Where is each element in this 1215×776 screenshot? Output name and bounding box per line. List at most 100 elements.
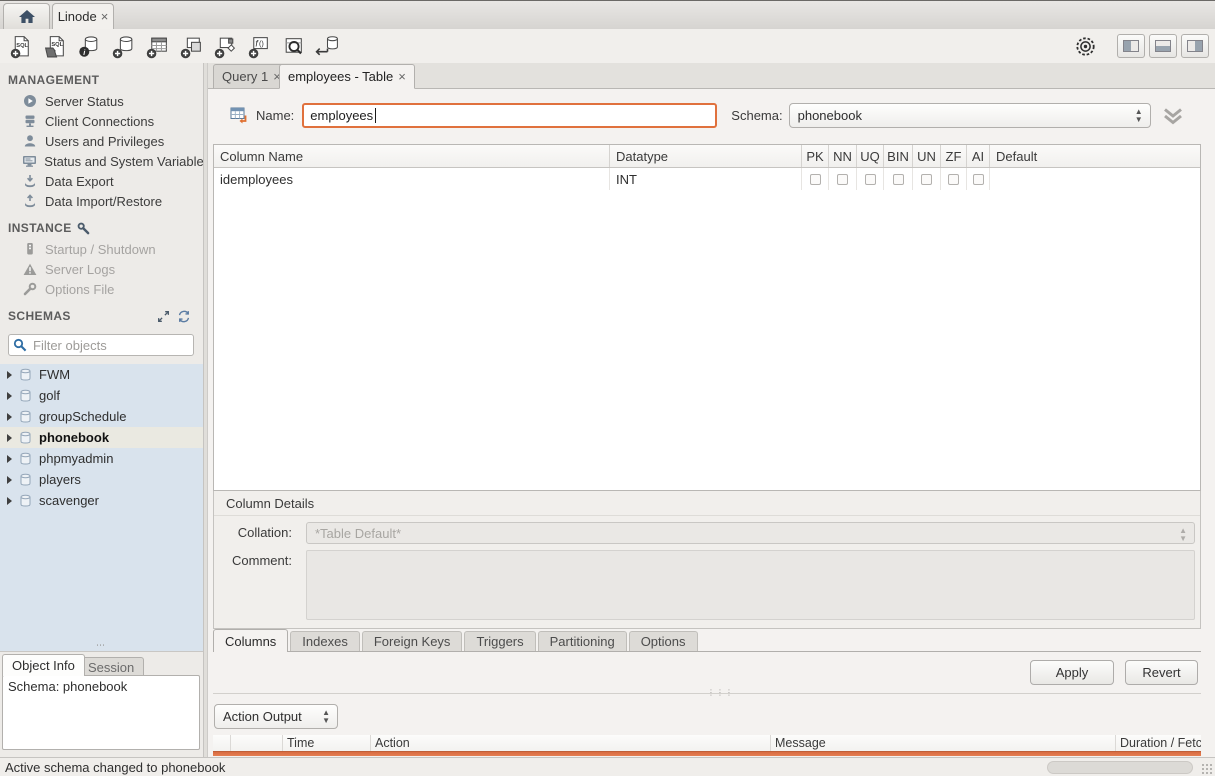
system-variables-icon: [22, 154, 37, 168]
zf-checkbox[interactable]: [948, 174, 959, 185]
close-icon[interactable]: ×: [398, 69, 406, 84]
schema-item-groupschedule[interactable]: groupSchedule: [0, 406, 203, 427]
sidebar-item-client-connections[interactable]: Client Connections: [0, 111, 203, 131]
toggle-bottom-panel-button[interactable]: [1149, 34, 1177, 58]
expand-header-chevron-icon[interactable]: [1161, 106, 1185, 126]
toggle-left-sidebar-button[interactable]: [1117, 34, 1145, 58]
output-message-header[interactable]: Message: [771, 735, 1116, 751]
ai-checkbox[interactable]: [973, 174, 984, 185]
expand-arrow-icon[interactable]: [7, 371, 12, 379]
expand-arrow-icon[interactable]: [7, 434, 12, 442]
new-sql-tab-button[interactable]: SQL: [8, 33, 35, 60]
tab-object-info[interactable]: Object Info: [2, 654, 85, 676]
create-table-button[interactable]: [144, 33, 171, 60]
refresh-schemas-icon[interactable]: [177, 310, 191, 323]
sidebar-item-server-status[interactable]: Server Status: [0, 91, 203, 111]
uq-checkbox[interactable]: [865, 174, 876, 185]
ai-header[interactable]: AI: [967, 145, 990, 167]
grid-empty-area[interactable]: [214, 190, 1200, 490]
schema-item-phpmyadmin[interactable]: phpmyadmin: [0, 448, 203, 469]
sidebar-item-options-file[interactable]: Options File: [0, 279, 203, 299]
output-duration-header[interactable]: Duration / Fetch: [1116, 735, 1201, 751]
revert-button[interactable]: Revert: [1125, 660, 1198, 685]
output-time-header[interactable]: Time: [283, 735, 371, 751]
sidebar-item-server-logs[interactable]: Server Logs: [0, 259, 203, 279]
busy-indicator-icon: [1072, 33, 1099, 60]
output-action-header[interactable]: Action: [371, 735, 771, 751]
subtab-triggers[interactable]: Triggers: [464, 631, 535, 651]
filter-objects-input[interactable]: [8, 334, 194, 356]
column-name-header[interactable]: Column Name: [214, 145, 610, 167]
subtab-columns[interactable]: Columns: [213, 629, 288, 652]
bin-header[interactable]: BIN: [884, 145, 913, 167]
un-checkbox[interactable]: [921, 174, 932, 185]
schema-item-scavenger[interactable]: scavenger: [0, 490, 203, 511]
home-tab[interactable]: [3, 3, 50, 29]
horizontal-scrollbar-thumb[interactable]: [1047, 761, 1193, 774]
search-data-button[interactable]: [280, 33, 307, 60]
column-row-idemployees[interactable]: idemployees INT: [214, 168, 1200, 190]
pk-checkbox[interactable]: [810, 174, 821, 185]
schema-icon: [19, 368, 32, 382]
expand-arrow-icon[interactable]: [7, 476, 12, 484]
sidebar-item-data-export[interactable]: Data Export: [0, 171, 203, 191]
output-selector[interactable]: Action Output ▲▼: [214, 704, 338, 729]
expand-arrow-icon[interactable]: [7, 455, 12, 463]
sidebar-splitter-handle[interactable]: ⋯: [0, 642, 203, 651]
expand-arrow-icon[interactable]: [7, 392, 12, 400]
create-function-button[interactable]: f (): [246, 33, 273, 60]
inspect-database-icon: i: [77, 34, 102, 59]
sidebar-item-startup-shutdown[interactable]: Startup / Shutdown: [0, 239, 203, 259]
uq-header[interactable]: UQ: [857, 145, 884, 167]
apply-button[interactable]: Apply: [1030, 660, 1114, 685]
toggle-right-sidebar-button[interactable]: [1181, 34, 1209, 58]
tab-employees-table[interactable]: employees - Table ×: [279, 64, 415, 89]
collation-select[interactable]: *Table Default* ▲▼: [306, 522, 1195, 544]
datatype-cell[interactable]: INT: [610, 168, 802, 190]
subtab-partitioning[interactable]: Partitioning: [538, 631, 627, 651]
window-resize-grip[interactable]: [1201, 763, 1213, 775]
sidebar-item-label: Users and Privileges: [45, 134, 164, 149]
pk-header[interactable]: PK: [802, 145, 829, 167]
expand-schemas-icon[interactable]: [157, 310, 170, 323]
sidebar-item-data-import[interactable]: Data Import/Restore: [0, 191, 203, 211]
nn-checkbox[interactable]: [837, 174, 848, 185]
schema-icon: [19, 473, 32, 487]
bin-checkbox[interactable]: [893, 174, 904, 185]
schema-item-fwm[interactable]: FWM: [0, 364, 203, 385]
schema-item-players[interactable]: players: [0, 469, 203, 490]
expand-arrow-icon[interactable]: [7, 413, 12, 421]
reconnect-dbms-button[interactable]: [314, 33, 341, 60]
output-splitter[interactable]: [213, 693, 1201, 701]
default-header[interactable]: Default: [990, 145, 1200, 167]
inspect-database-button[interactable]: i: [76, 33, 103, 60]
default-cell[interactable]: [990, 168, 1200, 190]
table-name-input[interactable]: [302, 103, 717, 128]
schema-item-phonebook[interactable]: phonebook: [0, 427, 203, 448]
open-sql-script-button[interactable]: SQL: [42, 33, 69, 60]
connection-tab-linode[interactable]: Linode ×: [52, 3, 114, 29]
create-schema-button[interactable]: [110, 33, 137, 60]
sidebar-item-users-privileges[interactable]: Users and Privileges: [0, 131, 203, 151]
create-view-button[interactable]: [178, 33, 205, 60]
sidebar-item-label: Status and System Variables: [44, 154, 203, 169]
subtab-indexes[interactable]: Indexes: [290, 631, 360, 651]
zf-header[interactable]: ZF: [941, 145, 967, 167]
create-procedure-button[interactable]: [212, 33, 239, 60]
un-header[interactable]: UN: [913, 145, 941, 167]
schema-item-golf[interactable]: golf: [0, 385, 203, 406]
column-details-panel: Column Details Collation: *Table Default…: [213, 491, 1201, 629]
schema-select[interactable]: phonebook ▲▼: [789, 103, 1151, 128]
new-sql-tab-icon: SQL: [9, 34, 34, 59]
expand-arrow-icon[interactable]: [7, 497, 12, 505]
instance-section-title: INSTANCE: [8, 221, 195, 235]
column-name-cell[interactable]: idemployees: [214, 168, 610, 190]
subtab-foreign-keys[interactable]: Foreign Keys: [362, 631, 463, 651]
subtab-options[interactable]: Options: [629, 631, 698, 651]
nn-header[interactable]: NN: [829, 145, 857, 167]
datatype-header[interactable]: Datatype: [610, 145, 802, 167]
sidebar-item-status-system-variables[interactable]: Status and System Variables: [0, 151, 203, 171]
close-icon[interactable]: ×: [101, 9, 109, 24]
tab-session[interactable]: Session: [78, 657, 144, 676]
comment-textarea[interactable]: [306, 550, 1195, 620]
